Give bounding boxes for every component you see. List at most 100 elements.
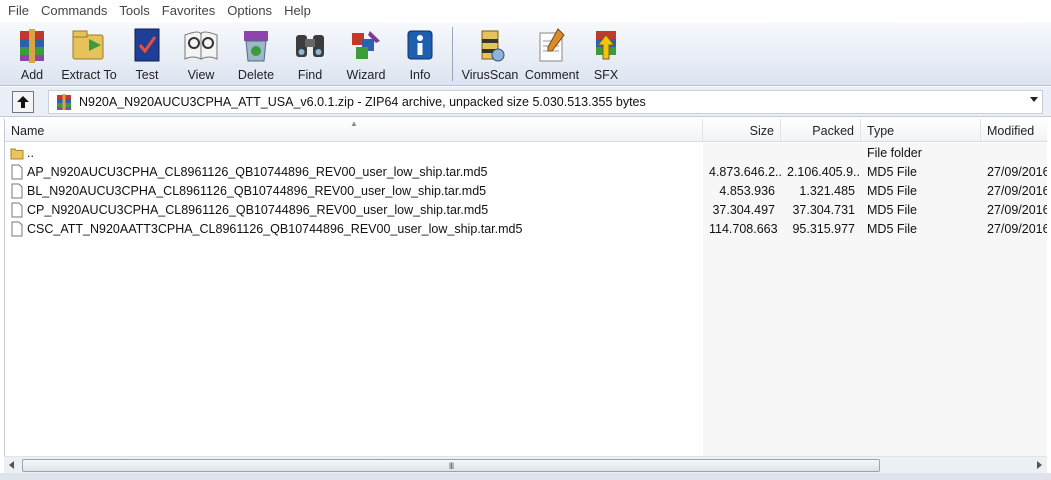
extract-to-button[interactable]: Extract To bbox=[56, 22, 122, 84]
row-size: 4.853.936 bbox=[719, 183, 775, 198]
row-modified: 27/09/2016 bbox=[987, 221, 1047, 236]
scroll-right-icon[interactable] bbox=[1037, 461, 1042, 469]
row-modified: 27/09/2016 bbox=[987, 183, 1047, 198]
sfx-button[interactable]: SFX bbox=[583, 22, 629, 84]
info-icon bbox=[407, 30, 433, 60]
row-modified: 27/09/2016 bbox=[987, 202, 1047, 217]
table-row[interactable]: BL_N920AUCU3CPHA_CL8961126_QB10744896_RE… bbox=[5, 181, 1047, 200]
test-label: Test bbox=[135, 68, 159, 82]
virusscan-icon bbox=[481, 30, 505, 62]
find-label: Find bbox=[297, 68, 323, 82]
wizard-button[interactable]: Wizard bbox=[338, 22, 394, 84]
row-packed: 37.304.731 bbox=[792, 202, 855, 217]
row-type: File folder bbox=[867, 145, 922, 160]
info-button[interactable]: Info bbox=[394, 22, 446, 84]
column-modified-label: Modified bbox=[987, 123, 1035, 138]
column-header-name[interactable]: Name ▲ bbox=[5, 119, 703, 142]
row-name: AP_N920AUCU3CPHA_CL8961126_QB10744896_RE… bbox=[27, 164, 488, 179]
virusscan-button[interactable]: VirusScan bbox=[459, 22, 521, 84]
archive-path: N920A_N920AUCU3CPHA_ATT_USA_v6.0.1.zip -… bbox=[79, 94, 646, 109]
folder-icon bbox=[10, 148, 24, 159]
scroll-left-icon[interactable] bbox=[9, 461, 14, 469]
row-name: CP_N920AUCU3CPHA_CL8961126_QB10744896_RE… bbox=[27, 202, 489, 217]
column-header-packed[interactable]: Packed bbox=[781, 119, 861, 142]
toolbar-separator bbox=[452, 27, 453, 81]
view-label: View bbox=[187, 68, 215, 82]
column-header-size[interactable]: Size bbox=[703, 119, 781, 142]
menu-file[interactable]: File bbox=[2, 0, 35, 22]
row-size: 37.304.497 bbox=[712, 202, 775, 217]
file-rows: .. File folder AP_N920AUCU3CPHA_CL896112… bbox=[5, 143, 1047, 238]
file-icon bbox=[11, 221, 23, 236]
menu-commands[interactable]: Commands bbox=[35, 0, 113, 22]
delete-label: Delete bbox=[237, 68, 275, 82]
info-label: Info bbox=[409, 68, 431, 82]
table-row[interactable]: CP_N920AUCU3CPHA_CL8961126_QB10744896_RE… bbox=[5, 200, 1047, 219]
sort-ascending-icon: ▲ bbox=[350, 119, 358, 128]
menu-options[interactable]: Options bbox=[221, 0, 278, 22]
table-row-parent-folder[interactable]: .. File folder bbox=[5, 143, 1047, 162]
row-name: CSC_ATT_N920AATT3CPHA_CL8961126_QB107448… bbox=[27, 221, 523, 236]
menu-favorites[interactable]: Favorites bbox=[156, 0, 221, 22]
address-bar: N920A_N920AUCU3CPHA_ATT_USA_v6.0.1.zip -… bbox=[0, 87, 1051, 117]
file-icon bbox=[11, 183, 23, 198]
view-icon bbox=[184, 31, 218, 60]
wizard-label: Wizard bbox=[346, 68, 386, 82]
chevron-down-icon[interactable] bbox=[1030, 96, 1038, 102]
sfx-label: SFX bbox=[593, 68, 619, 82]
archive-path-field[interactable]: N920A_N920AUCU3CPHA_ATT_USA_v6.0.1.zip -… bbox=[48, 89, 1043, 114]
test-button[interactable]: Test bbox=[122, 22, 172, 84]
column-header-type[interactable]: Type bbox=[861, 119, 981, 142]
find-button[interactable]: Find bbox=[282, 22, 338, 84]
table-row[interactable]: AP_N920AUCU3CPHA_CL8961126_QB10744896_RE… bbox=[5, 162, 1047, 181]
row-name: BL_N920AUCU3CPHA_CL8961126_QB10744896_RE… bbox=[27, 183, 487, 198]
row-type: MD5 File bbox=[867, 221, 918, 236]
file-icon bbox=[11, 164, 23, 179]
menu-bar: File Commands Tools Favorites Options He… bbox=[0, 0, 1051, 22]
scrollbar-thumb[interactable]: III bbox=[22, 459, 880, 472]
row-packed: 2.106.405.9... bbox=[787, 164, 861, 179]
scrollbar-grip: III bbox=[448, 460, 454, 471]
table-row[interactable]: CSC_ATT_N920AATT3CPHA_CL8961126_QB107448… bbox=[5, 219, 1047, 238]
up-folder-button[interactable] bbox=[12, 90, 34, 113]
column-name-label: Name bbox=[11, 123, 45, 138]
column-header-row: Name ▲ Size Packed Type Modified bbox=[5, 119, 1047, 142]
delete-button[interactable]: Delete bbox=[230, 22, 282, 84]
row-packed: 95.315.977 bbox=[792, 221, 855, 236]
column-size-label: Size bbox=[749, 123, 774, 138]
row-modified: 27/09/2016 bbox=[987, 164, 1047, 179]
row-type: MD5 File bbox=[867, 183, 918, 198]
row-name-cell: .. bbox=[5, 145, 703, 161]
add-button[interactable]: Add bbox=[8, 22, 56, 84]
delete-icon bbox=[244, 31, 268, 62]
row-name: .. bbox=[27, 145, 34, 160]
comment-icon bbox=[539, 28, 565, 62]
comment-label: Comment bbox=[524, 68, 580, 82]
find-icon bbox=[296, 35, 324, 57]
row-type: MD5 File bbox=[867, 164, 918, 179]
menu-tools[interactable]: Tools bbox=[113, 0, 155, 22]
add-label: Add bbox=[20, 68, 44, 82]
column-type-label: Type bbox=[867, 123, 895, 138]
horizontal-scrollbar[interactable]: III bbox=[4, 456, 1047, 473]
row-name-cell: BL_N920AUCU3CPHA_CL8961126_QB10744896_RE… bbox=[5, 183, 703, 199]
sfx-icon bbox=[596, 31, 616, 60]
view-button[interactable]: View bbox=[172, 22, 230, 84]
row-name-cell: CSC_ATT_N920AATT3CPHA_CL8961126_QB107448… bbox=[5, 221, 703, 237]
toolbar: Add Extract To Test View Delete Find Wiz… bbox=[0, 22, 1051, 86]
row-packed: 1.321.485 bbox=[799, 183, 855, 198]
row-size: 4.873.646.2... bbox=[709, 164, 781, 179]
status-bar bbox=[0, 473, 1051, 480]
column-header-modified[interactable]: Modified bbox=[981, 119, 1047, 142]
up-arrow-icon bbox=[17, 95, 29, 108]
row-type: MD5 File bbox=[867, 202, 918, 217]
test-icon bbox=[134, 28, 160, 62]
add-icon bbox=[20, 29, 44, 63]
extract-to-label: Extract To bbox=[61, 68, 117, 82]
file-icon bbox=[11, 202, 23, 217]
row-name-cell: CP_N920AUCU3CPHA_CL8961126_QB10744896_RE… bbox=[5, 202, 703, 218]
menu-help[interactable]: Help bbox=[278, 0, 317, 22]
comment-button[interactable]: Comment bbox=[521, 22, 583, 84]
column-packed-label: Packed bbox=[812, 123, 854, 138]
virusscan-label: VirusScan bbox=[461, 68, 519, 82]
